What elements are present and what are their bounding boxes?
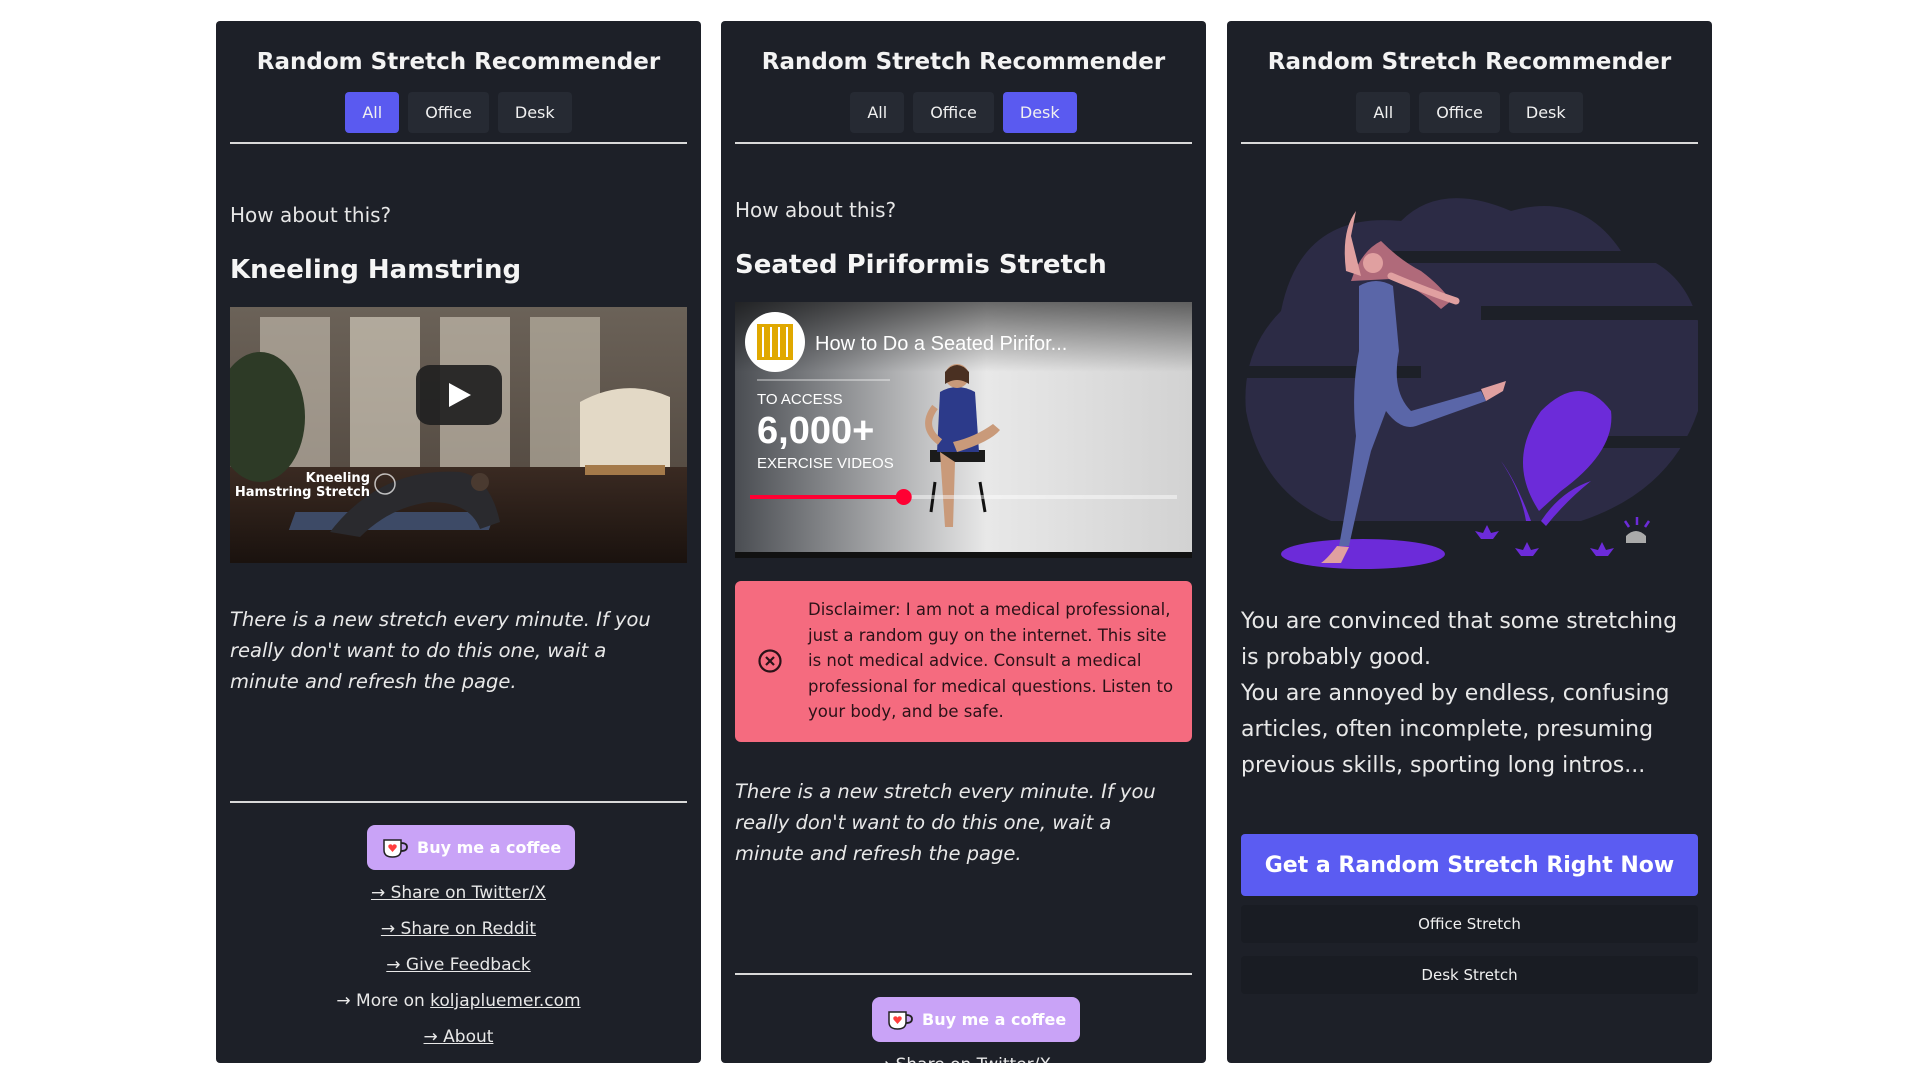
get-random-stretch-button[interactable]: Get a Random Stretch Right Now	[1241, 834, 1698, 896]
buy-me-a-coffee-label: Buy me a coffee	[417, 838, 562, 857]
desk-stretch-button[interactable]: Desk Stretch	[1241, 956, 1698, 994]
app-title: Random Stretch Recommender	[256, 49, 661, 75]
share-twitter-link[interactable]: → Share on Twitter/X	[371, 883, 546, 903]
circle-x-icon	[757, 648, 783, 678]
video-player[interactable]: How to Do a Seated Pirifor... TO ACCESS …	[735, 302, 1192, 558]
prompt-text: How about this?	[735, 198, 897, 222]
more-on-label: → More on	[336, 991, 431, 1011]
tab-all[interactable]: All	[1356, 92, 1411, 133]
divider	[1241, 142, 1698, 144]
buy-me-a-coffee-label: Buy me a coffee	[922, 1010, 1067, 1029]
video-player[interactable]: Kneeling Hamstring Stretch	[230, 307, 687, 563]
tab-office[interactable]: Office	[408, 92, 489, 133]
refresh-note: There is a new stretch every minute. If …	[230, 608, 651, 693]
about-link[interactable]: → About	[424, 1027, 494, 1047]
panel-landing: Random Stretch Recommender All Office De…	[1227, 21, 1712, 1063]
footer-divider	[230, 801, 687, 803]
disclaimer-alert: Disclaimer: I am not a medical professio…	[735, 581, 1192, 742]
tab-all[interactable]: All	[345, 92, 400, 133]
stretch-name: Seated Piriformis Stretch	[735, 250, 1107, 280]
prompt-text: How about this?	[230, 203, 392, 227]
tab-all[interactable]: All	[850, 92, 905, 133]
footer-links: → Share on Twitter/X → Share on Reddit →…	[216, 875, 701, 1055]
intro-line-1: You are convinced that some stretching i…	[1241, 609, 1678, 670]
video-progress-fill	[750, 495, 904, 499]
video-thumbnail: Kneeling Hamstring Stretch	[230, 307, 687, 563]
dancing-woman-illustration	[1241, 198, 1698, 569]
footer-divider	[735, 973, 1192, 975]
category-tabs: All Office Desk	[721, 92, 1206, 133]
coffee-cup-icon	[383, 838, 408, 858]
give-feedback-link[interactable]: → Give Feedback	[386, 955, 530, 975]
category-tabs: All Office Desk	[1227, 92, 1712, 133]
video-big-number: 6,000+	[757, 410, 874, 452]
app-title: Random Stretch Recommender	[761, 49, 1166, 75]
koljapluemer-link[interactable]: koljapluemer.com	[430, 991, 580, 1011]
app-title: Random Stretch Recommender	[1267, 49, 1672, 75]
tab-desk[interactable]: Desk	[1508, 92, 1583, 133]
buy-me-a-coffee-button[interactable]: Buy me a coffee	[872, 997, 1081, 1042]
divider	[230, 142, 687, 144]
tab-office[interactable]: Office	[913, 92, 994, 133]
intro-text: You are convinced that some stretching i…	[1241, 604, 1701, 784]
video-exercise-line: EXERCISE VIDEOS	[757, 455, 894, 472]
buy-me-a-coffee-button[interactable]: Buy me a coffee	[367, 825, 576, 870]
video-overlay-line-1: Kneeling	[306, 471, 370, 486]
footer-links: → Share on Twitter/X	[721, 1047, 1206, 1063]
panel-desk: Random Stretch Recommender All Office De…	[721, 21, 1206, 1063]
category-tabs: All Office Desk	[216, 92, 701, 133]
office-stretch-button[interactable]: Office Stretch	[1241, 905, 1698, 943]
share-twitter-link[interactable]: → Share on Twitter/X	[876, 1055, 1051, 1063]
share-reddit-link[interactable]: → Share on Reddit	[381, 919, 536, 939]
refresh-note: There is a new stretch every minute. If …	[735, 780, 1156, 865]
video-title: How to Do a Seated Pirifor...	[815, 333, 1067, 355]
coffee-cup-icon	[888, 1010, 913, 1030]
intro-line-2: You are annoyed by endless, confusing ar…	[1241, 681, 1670, 778]
tab-office[interactable]: Office	[1419, 92, 1500, 133]
tab-desk[interactable]: Desk	[1002, 92, 1077, 133]
video-thumbnail: How to Do a Seated Pirifor... TO ACCESS …	[735, 302, 1192, 558]
stretch-name: Kneeling Hamstring	[230, 255, 522, 285]
tab-desk[interactable]: Desk	[497, 92, 572, 133]
video-progress-knob	[895, 489, 912, 505]
divider	[735, 142, 1192, 144]
video-overlay-line-2: Hamstring Stretch	[235, 485, 370, 500]
video-access-line: TO ACCESS	[757, 391, 843, 408]
panel-all: Random Stretch Recommender All Office De…	[216, 21, 701, 1063]
disclaimer-text: Disclaimer: I am not a medical professio…	[808, 600, 1174, 721]
